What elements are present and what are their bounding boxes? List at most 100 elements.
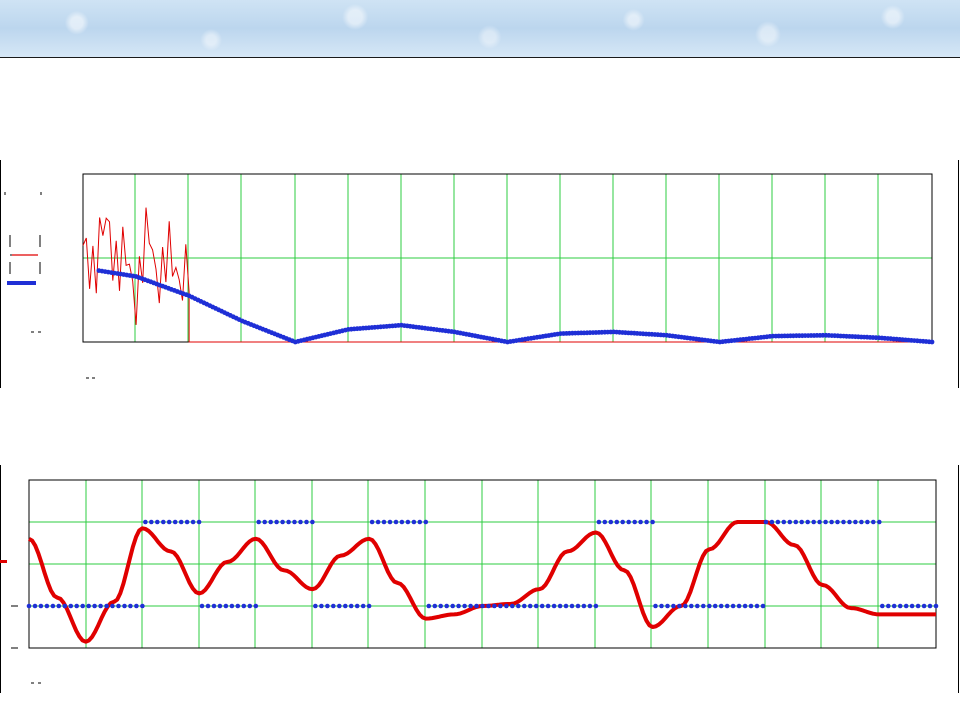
series-blue-point <box>763 519 769 525</box>
series-blue-point <box>614 519 620 525</box>
series-blue-point <box>707 603 712 609</box>
series-blue-point <box>853 519 858 525</box>
series-blue-point <box>596 519 602 525</box>
series-blue-point <box>38 603 44 609</box>
series-blue-point <box>196 519 202 525</box>
series-blue-point <box>504 603 509 609</box>
series-blue-point <box>190 519 196 525</box>
series-blue-point <box>399 519 405 525</box>
series-blue-point <box>235 603 241 609</box>
series-blue-point <box>110 603 115 609</box>
series-blue-point <box>247 603 253 609</box>
series-blue-point <box>280 519 285 525</box>
series-blue-point <box>742 603 748 609</box>
series-blue-point <box>787 519 793 525</box>
series-blue-point <box>199 603 205 609</box>
series-blue-point <box>366 603 372 609</box>
series-blue-point <box>545 603 551 609</box>
chart-1-grid <box>83 174 932 342</box>
series-blue-point <box>480 603 485 609</box>
series-blue-point <box>104 603 109 609</box>
series-blue-point <box>313 603 318 609</box>
series-blue-point <box>256 519 262 525</box>
chart-1-legend <box>4 192 95 379</box>
series-blue-point <box>474 603 479 609</box>
series-blue-point <box>253 603 259 609</box>
series-blue-point <box>450 603 456 609</box>
series-blue-point <box>292 519 297 525</box>
series-blue-point <box>375 519 381 525</box>
series-blue-point <box>823 519 828 525</box>
series-blue-point <box>50 603 56 609</box>
series-blue-point <box>569 603 575 609</box>
series-blue-point <box>736 603 742 609</box>
chart-1-series <box>82 207 935 345</box>
series-blue-point <box>56 603 62 609</box>
series-blue-point <box>432 603 438 609</box>
series-blue-point <box>217 603 223 609</box>
series-blue-point <box>886 603 891 609</box>
series-blue-point <box>871 519 876 525</box>
chart-1 <box>0 160 959 388</box>
series-blue-point <box>62 603 68 609</box>
chart-2-red-marker <box>0 560 7 563</box>
series-blue-point <box>286 519 291 525</box>
series-blue-point <box>205 603 211 609</box>
series-blue-point <box>178 519 184 525</box>
series-blue-point <box>319 603 324 609</box>
series-blue-point <box>671 603 676 609</box>
series-blue-point <box>653 603 658 609</box>
series-blue-point <box>498 603 503 609</box>
series-blue-point <box>149 519 154 525</box>
series-blue-point <box>799 519 804 525</box>
series-blue-point <box>608 519 614 525</box>
series-blue-point <box>140 603 145 609</box>
series-blue-point <box>229 603 235 609</box>
series-blue-point <box>354 603 360 609</box>
series-blue-point <box>241 603 247 609</box>
series-blue-point <box>444 603 450 609</box>
series-blue-point <box>527 603 533 609</box>
series-blue-point <box>325 603 330 609</box>
series-blue-point <box>128 603 133 609</box>
series-blue-point <box>817 519 822 525</box>
series-blue-point <box>915 603 921 609</box>
series-blue-point <box>426 603 432 609</box>
series-blue-point <box>393 519 399 525</box>
series-blue-point <box>587 603 593 609</box>
series-blue-point <box>417 519 423 525</box>
series-blue-point <box>626 519 631 525</box>
series-blue-point <box>143 519 148 525</box>
series-blue-point <box>262 519 268 525</box>
series-blue-point <box>683 603 688 609</box>
series-blue-point <box>369 519 375 525</box>
series-blue-point <box>775 519 781 525</box>
series-blue-point <box>166 519 172 525</box>
series-blue-point <box>650 519 655 525</box>
series-blue-point <box>98 603 103 609</box>
series-blue-point <box>793 519 799 525</box>
series-blue-point <box>522 603 527 609</box>
series-blue-point <box>423 519 429 525</box>
series-blue-point <box>730 603 736 609</box>
series-blue-point <box>929 339 935 345</box>
series-blue-point <box>632 519 637 525</box>
series-blue-point <box>405 519 411 525</box>
series-blue-point <box>927 603 933 609</box>
series-blue-point <box>337 603 342 609</box>
series-blue-point <box>701 603 706 609</box>
series-blue-point <box>387 519 393 525</box>
series-blue-point <box>903 603 909 609</box>
series-blue-point <box>909 603 915 609</box>
series-blue-point <box>44 603 50 609</box>
series-blue-point <box>268 519 274 525</box>
series-blue-point <box>122 603 127 609</box>
series-blue-point <box>343 603 348 609</box>
series-blue-point <box>533 603 539 609</box>
series-blue-point <box>805 519 810 525</box>
series-blue-point <box>381 519 387 525</box>
series-blue-point <box>486 603 491 609</box>
series-blue-point <box>310 519 315 525</box>
chart-2 <box>0 465 959 693</box>
series-blue-point <box>155 519 160 525</box>
